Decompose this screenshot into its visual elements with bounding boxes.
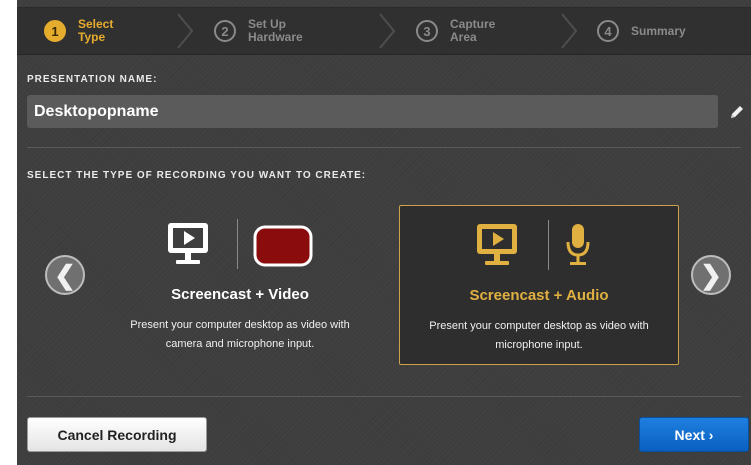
step-separator-icon (177, 13, 194, 49)
section-divider (27, 147, 741, 148)
icon-divider (237, 219, 238, 269)
option-screencast-video[interactable]: Screencast + Video Present your computer… (100, 205, 380, 365)
icon-divider (548, 220, 549, 270)
next-button[interactable]: Next › (639, 417, 749, 452)
section-divider (27, 396, 741, 397)
pencil-icon[interactable] (728, 103, 746, 121)
option-description-line: Present your computer desktop as video w… (130, 319, 350, 331)
option-icons (100, 219, 380, 269)
previous-option-button[interactable]: ❮ (45, 255, 85, 295)
step-separator-icon (561, 13, 578, 49)
step-set-up-hardware[interactable]: 2 Set Up Hardware (214, 8, 308, 54)
step-number: 3 (416, 20, 438, 42)
cancel-recording-button[interactable]: Cancel Recording (27, 417, 207, 452)
option-title: Screencast + Video (171, 286, 309, 303)
step-number: 1 (44, 20, 66, 42)
step-label: Summary (631, 23, 686, 38)
step-number: 4 (597, 20, 619, 42)
wizard-stepper: 1 Select Type 2 Set Up Hardware 3 Captur… (17, 7, 751, 55)
step-label: Set Up Hardware (248, 17, 303, 44)
option-screencast-audio[interactable]: Screencast + Audio Present your computer… (399, 205, 679, 365)
presentation-name-label: PRESENTATION NAME: (27, 74, 158, 85)
option-description-line: microphone input. (495, 339, 583, 351)
step-summary[interactable]: 4 Summary (597, 8, 701, 54)
step-select-type[interactable]: 1 Select Type (44, 8, 122, 54)
step-label: Select Type (78, 17, 114, 44)
recording-type-label: SELECT THE TYPE OF RECORDING YOU WANT TO… (27, 170, 367, 181)
step-number: 2 (214, 20, 236, 42)
presentation-name-input[interactable]: Desktopopname (27, 95, 718, 128)
option-title: Screencast + Audio (469, 287, 609, 304)
option-description: Present your computer desktop as video w… (410, 317, 668, 355)
recording-wizard-panel: 1 Select Type 2 Set Up Hardware 3 Captur… (17, 0, 751, 465)
monitor-icon (168, 223, 208, 264)
option-description-line: camera and microphone input. (165, 338, 315, 350)
microphone-icon (566, 224, 590, 265)
camera-icon (253, 225, 313, 267)
option-icons (400, 220, 678, 270)
step-capture-area[interactable]: 3 Capture Area (416, 8, 500, 54)
option-description-line: Present your computer desktop as video w… (429, 320, 649, 332)
step-label: Capture Area (450, 17, 496, 44)
option-description: Present your computer desktop as video w… (110, 316, 370, 354)
step-separator-icon (379, 13, 396, 49)
next-option-button[interactable]: ❯ (691, 255, 731, 295)
monitor-icon (477, 224, 517, 265)
